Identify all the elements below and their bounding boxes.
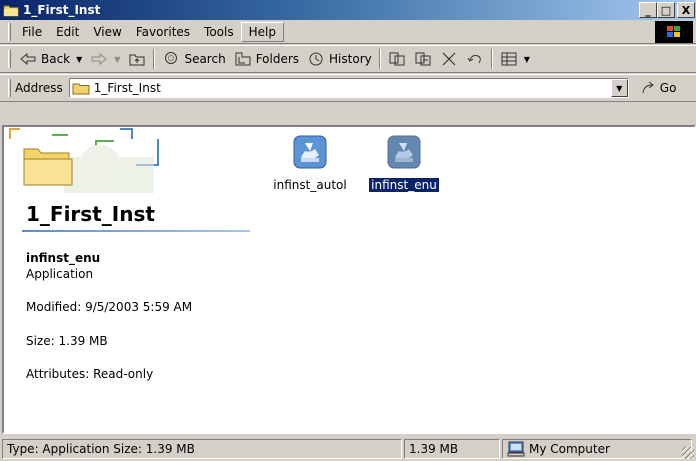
file-label: infinst_enu [369,178,439,192]
status-info: Type: Application Size: 1.39 MB [2,438,402,459]
folders-label: Folders [255,52,300,66]
address-label: Address [15,81,63,95]
toolbar-grip[interactable] [8,50,11,68]
go-arrow-icon [642,81,654,94]
search-icon [165,52,178,64]
address-bar: Address 1_First_Inst ▼ Go [0,74,696,102]
search-button[interactable]: Search [158,48,229,70]
back-arrow-icon [20,52,36,66]
forward-dropdown-icon[interactable]: ▼ [114,55,120,64]
status-zone-text: My Computer [529,441,610,456]
selected-item-type: Application [26,267,94,281]
back-label: Back [41,52,71,66]
menu-help[interactable]: Help [240,21,284,42]
forward-arrow-icon [91,52,108,66]
menu-view[interactable]: View [86,23,128,41]
file-icon-item[interactable]: infinst_autol [264,135,356,192]
delete-x-icon [442,52,456,66]
status-zone: My Computer [502,438,692,459]
status-size-text: 1.39 MB [409,441,459,456]
undo-icon [467,55,481,64]
selected-item-size: Size: 1.39 MB [26,334,108,348]
views-icon [501,52,517,66]
go-button[interactable]: Go [641,81,677,95]
menu-tools[interactable]: Tools [197,23,241,41]
menu-grip[interactable] [8,22,11,41]
search-label: Search [184,52,226,66]
menu-edit[interactable]: Edit [49,23,86,41]
address-value: 1_First_Inst [93,81,161,95]
address-grip[interactable] [8,79,11,97]
back-dropdown-icon[interactable]: ▼ [76,55,82,64]
folder-banner-graphic [9,128,159,193]
folders-button[interactable]: Folders [230,48,303,70]
go-label: Go [659,81,677,95]
title-underline [22,230,250,232]
up-folder-icon [129,54,145,66]
menu-bar: File Edit View Favorites Tools Help [0,20,696,44]
history-label: History [329,52,372,66]
selected-item-attributes: Attributes: Read-only [26,367,154,381]
views-button[interactable]: ▼ [496,48,534,70]
windows-logo-icon [655,21,693,43]
installer-app-icon [293,135,327,169]
folders-icon [235,52,251,66]
copy-to-button[interactable] [410,48,436,70]
status-bar: Type: Application Size: 1.39 MB 1.39 MB … [0,436,696,461]
move-to-icon [389,52,405,66]
folder-icon [72,83,90,95]
file-icon-item-selected[interactable]: infinst_enu [358,135,450,192]
status-info-text: Type: Application Size: 1.39 MB [7,441,195,456]
my-computer-icon [507,441,525,456]
address-input[interactable]: 1_First_Inst ▼ [68,78,629,98]
close-button[interactable]: X [677,2,695,18]
delete-button[interactable] [436,48,462,70]
title-bar[interactable]: 1_First_Inst _ □ X [0,0,696,20]
copy-to-icon [415,52,431,66]
menu-favorites[interactable]: Favorites [129,23,197,41]
views-dropdown-icon[interactable]: ▼ [524,55,530,64]
resize-grip[interactable] [682,447,694,459]
minimize-button[interactable]: _ [639,2,657,18]
undo-button[interactable] [462,48,488,70]
folder-title: 1_First_Inst [26,202,155,226]
back-button[interactable]: Back ▼ [15,48,86,70]
status-size: 1.39 MB [404,438,500,459]
history-button[interactable]: History [303,48,376,70]
folder-icon [3,5,19,17]
folder-view[interactable]: 1_First_Inst infinst_enu Application Mod… [2,125,696,434]
move-to-button[interactable] [384,48,410,70]
file-label: infinst_autol [273,178,347,192]
selected-item-name: infinst_enu [26,251,101,265]
selected-item-modified: Modified: 9/5/2003 5:59 AM [26,300,193,314]
address-dropdown-icon[interactable]: ▼ [610,79,628,97]
installer-app-icon [387,135,421,169]
maximize-button[interactable]: □ [657,2,675,18]
window-title: 1_First_Inst [23,3,101,17]
up-button[interactable] [124,48,150,70]
history-icon [309,52,323,66]
forward-button[interactable]: ▼ [86,48,124,70]
standard-toolbar: Back ▼ ▼ Search Folders History ▼ [0,45,696,73]
web-view-panel: 1_First_Inst infinst_enu Application Mod… [4,127,254,432]
menu-file[interactable]: File [15,23,49,41]
